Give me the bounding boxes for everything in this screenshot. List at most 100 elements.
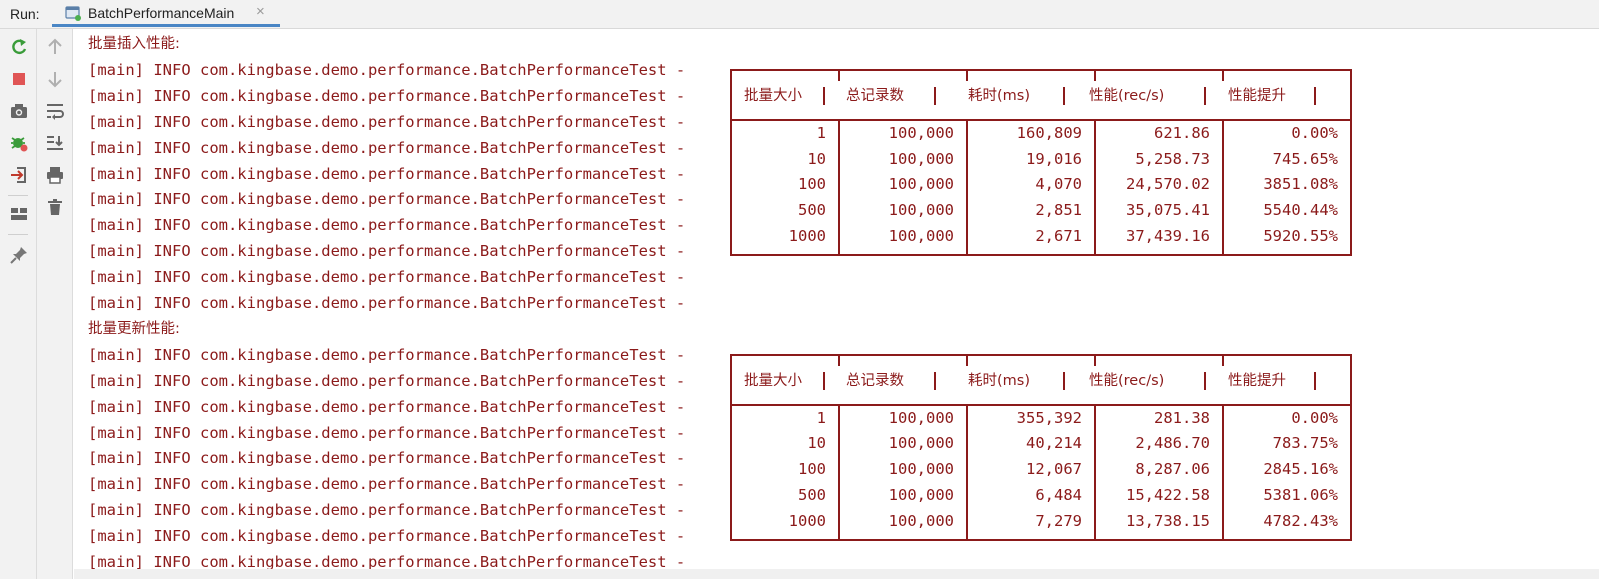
camera-icon[interactable] bbox=[9, 101, 29, 121]
table-border bbox=[730, 353, 732, 542]
table-cell: 5,258.73 bbox=[1135, 149, 1210, 168]
log-line: [main] INFO com.kingbase.demo.performanc… bbox=[88, 501, 686, 520]
table-cell: 1000 bbox=[788, 227, 826, 246]
table-header-separator bbox=[1063, 86, 1065, 105]
log-line: [main] INFO com.kingbase.demo.performanc… bbox=[88, 423, 686, 442]
table-cell: 0.00% bbox=[1291, 123, 1338, 142]
table-border bbox=[1094, 403, 1096, 542]
table-cell: 160,809 bbox=[1016, 123, 1082, 142]
table-cell: 100,000 bbox=[888, 408, 954, 427]
close-icon[interactable]: × bbox=[256, 3, 265, 20]
table-cell: 100,000 bbox=[888, 175, 954, 194]
table-header-cell: 耗时(ms) bbox=[968, 87, 1030, 104]
layout-icon[interactable] bbox=[9, 204, 29, 224]
run-toolbar-primary bbox=[0, 29, 37, 579]
table-cell: 1 bbox=[816, 408, 826, 427]
table-border bbox=[1350, 353, 1352, 542]
table-border bbox=[730, 68, 732, 257]
table-border bbox=[838, 68, 840, 81]
table-cell: 15,422.58 bbox=[1126, 486, 1210, 505]
table-border bbox=[1094, 68, 1096, 81]
table-cell: 500 bbox=[798, 201, 826, 220]
table-border bbox=[1222, 68, 1224, 81]
table-cell: 5381.06% bbox=[1263, 486, 1338, 505]
log-line: [main] INFO com.kingbase.demo.performanc… bbox=[88, 86, 686, 105]
table-cell: 4,070 bbox=[1035, 175, 1082, 194]
table-cell: 100,000 bbox=[888, 149, 954, 168]
log-line: [main] INFO com.kingbase.demo.performanc… bbox=[88, 294, 686, 312]
table-header-cell: 性能(rec/s) bbox=[1089, 372, 1165, 389]
table-header-cell: 性能提升 bbox=[1228, 87, 1286, 104]
table-cell: 1 bbox=[816, 123, 826, 142]
table-cell: 5920.55% bbox=[1263, 227, 1338, 246]
table-header-cell: 性能(rec/s) bbox=[1089, 87, 1165, 104]
table-header-separator bbox=[823, 371, 825, 390]
table-header-cell: 批量大小 bbox=[744, 372, 802, 389]
table-cell: 100,000 bbox=[888, 512, 954, 531]
print-icon[interactable] bbox=[45, 165, 65, 185]
rerun-icon[interactable] bbox=[9, 37, 29, 57]
table-cell: 5540.44% bbox=[1263, 201, 1338, 220]
table-cell: 10 bbox=[807, 149, 826, 168]
table-border bbox=[1094, 353, 1096, 366]
table-cell: 100,000 bbox=[888, 227, 954, 246]
scroll-to-end-icon[interactable] bbox=[45, 133, 65, 153]
table-border bbox=[966, 68, 968, 81]
table-header-separator bbox=[823, 86, 825, 105]
table-border bbox=[1094, 118, 1096, 257]
table-cell: 2,851 bbox=[1035, 201, 1082, 220]
table-cell: 100,000 bbox=[888, 201, 954, 220]
table-header-separator bbox=[1063, 371, 1065, 390]
table-cell: 3851.08% bbox=[1263, 175, 1338, 194]
debug-settings-icon[interactable] bbox=[9, 133, 29, 153]
down-arrow-icon[interactable] bbox=[45, 69, 65, 89]
login-icon[interactable] bbox=[9, 165, 29, 185]
console-output[interactable]: 批量插入性能: [main] INFO com.kingbase.demo.per… bbox=[74, 29, 1599, 579]
table-header-separator bbox=[1204, 371, 1206, 390]
table-cell: 35,075.41 bbox=[1126, 201, 1210, 220]
table-header-separator bbox=[1204, 86, 1206, 105]
run-label: Run: bbox=[10, 6, 40, 22]
table-cell: 37,439.16 bbox=[1126, 227, 1210, 246]
table-header-separator bbox=[1314, 371, 1316, 390]
section-title: 批量插入性能: bbox=[88, 36, 180, 52]
table-header-separator bbox=[934, 371, 936, 390]
pin-icon[interactable] bbox=[9, 245, 29, 265]
performance-table: 批量大小 总记录数 耗时(ms) 性能(rec/s) 性能提升 1 100,000 355,3… bbox=[730, 353, 1352, 542]
performance-table: 批量大小 总记录数 耗时(ms) 性能(rec/s) 性能提升 1 100,000 160,8… bbox=[730, 68, 1352, 257]
table-border bbox=[730, 254, 1350, 257]
table-border bbox=[730, 68, 1350, 71]
up-arrow-icon[interactable] bbox=[45, 37, 65, 57]
log-line: [main] INFO com.kingbase.demo.performanc… bbox=[88, 164, 686, 183]
soft-wrap-icon[interactable] bbox=[45, 101, 65, 121]
table-border bbox=[966, 118, 968, 257]
table-cell: 2,671 bbox=[1035, 227, 1082, 246]
horizontal-scrollbar[interactable] bbox=[74, 569, 1599, 579]
table-cell: 500 bbox=[798, 486, 826, 505]
table-header-cell: 性能提升 bbox=[1228, 372, 1286, 389]
table-cell: 6,484 bbox=[1035, 486, 1082, 505]
tab-label: BatchPerformanceMain bbox=[88, 5, 235, 21]
run-tool-window-header: Run: BatchPerformanceMain × bbox=[0, 0, 1599, 29]
table-header-cell: 总记录数 bbox=[846, 87, 904, 104]
table-header-cell: 耗时(ms) bbox=[968, 372, 1030, 389]
table-cell: 100,000 bbox=[888, 486, 954, 505]
toolbar-separator bbox=[8, 234, 28, 235]
table-cell: 100 bbox=[798, 460, 826, 479]
table-cell: 621.86 bbox=[1154, 123, 1210, 142]
table-cell: 4782.43% bbox=[1263, 512, 1338, 531]
table-header-separator bbox=[934, 86, 936, 105]
log-line: [main] INFO com.kingbase.demo.performanc… bbox=[88, 60, 686, 79]
log-line: [main] INFO com.kingbase.demo.performanc… bbox=[88, 449, 686, 468]
tab-batch-performance-main[interactable]: BatchPerformanceMain × bbox=[52, 0, 280, 27]
stop-icon[interactable] bbox=[9, 69, 29, 89]
table-cell: 1000 bbox=[788, 512, 826, 531]
table-cell: 745.65% bbox=[1272, 149, 1338, 168]
trash-icon[interactable] bbox=[45, 197, 65, 217]
toolbar-separator bbox=[8, 195, 28, 196]
table-cell: 100,000 bbox=[888, 123, 954, 142]
table-cell: 10 bbox=[807, 434, 826, 453]
table-border bbox=[838, 118, 840, 257]
log-line: [main] INFO com.kingbase.demo.performanc… bbox=[88, 190, 686, 209]
table-cell: 355,392 bbox=[1016, 408, 1082, 427]
